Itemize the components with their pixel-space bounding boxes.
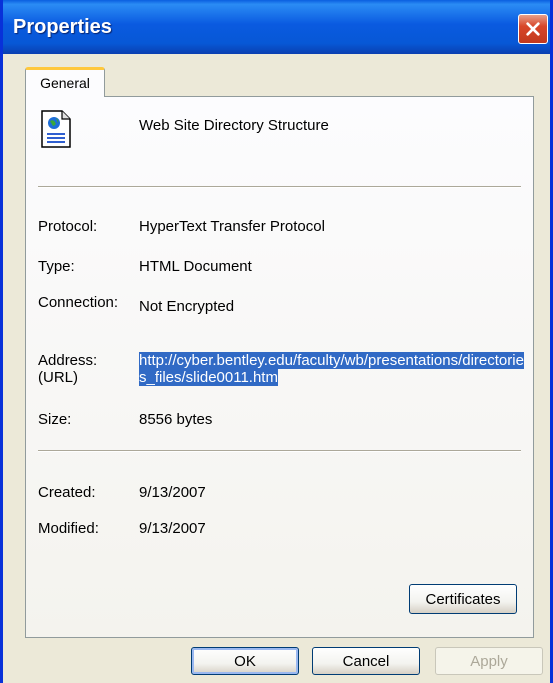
protocol-value: HyperText Transfer Protocol <box>139 218 325 235</box>
size-label: Size: <box>38 411 72 428</box>
type-label: Type: <box>38 258 75 275</box>
title-bar[interactable]: Properties <box>3 0 550 54</box>
close-icon <box>526 22 540 36</box>
address-url-label: (URL) <box>38 369 78 386</box>
modified-label: Modified: <box>38 520 99 537</box>
address-label: Address: <box>38 352 98 369</box>
connection-value: Not Encrypted <box>139 298 235 315</box>
cancel-button[interactable]: Cancel <box>312 647 420 675</box>
type-value: HTML Document <box>139 258 252 275</box>
file-name: Web Site Directory Structure <box>139 117 329 134</box>
ok-button[interactable]: OK <box>191 647 299 675</box>
address-value[interactable]: http://cyber.bentley.edu/faculty/wb/pres… <box>139 352 524 386</box>
created-value: 9/13/2007 <box>139 484 206 501</box>
modified-value: 9/13/2007 <box>139 520 206 537</box>
size-value: 8556 bytes <box>139 411 213 428</box>
divider <box>38 450 521 452</box>
apply-button[interactable]: Apply <box>435 647 543 675</box>
properties-dialog: Properties General Web Site Directory St… <box>0 0 553 683</box>
address-url-text[interactable]: http://cyber.bentley.edu/faculty/wb/pres… <box>139 352 524 386</box>
close-button[interactable] <box>518 14 548 44</box>
certificates-button[interactable]: Certificates <box>409 584 517 614</box>
window-title: Properties <box>13 16 112 38</box>
connection-label: Connection: <box>38 294 119 311</box>
created-label: Created: <box>38 484 96 501</box>
html-document-icon <box>41 110 71 148</box>
divider <box>38 186 521 188</box>
general-tab-panel: Web Site Directory Structure Protocol: H… <box>25 96 534 638</box>
tab-general[interactable]: General <box>25 67 105 97</box>
protocol-label: Protocol: <box>38 218 98 235</box>
